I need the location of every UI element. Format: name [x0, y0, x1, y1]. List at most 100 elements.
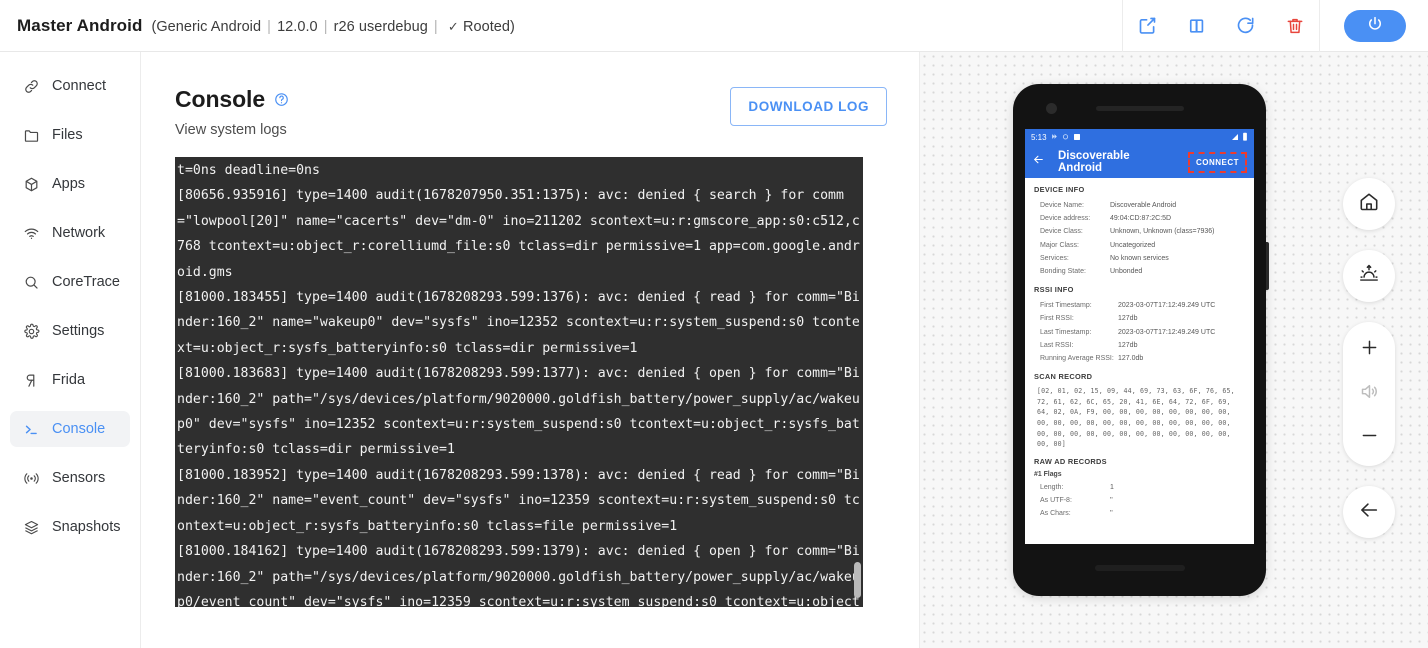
sidebar-label: CoreTrace: [52, 274, 120, 290]
volume-button-nub: [1266, 242, 1269, 290]
raw-ad-record-title: #1 Flags: [1034, 470, 1062, 478]
home-button[interactable]: [1343, 178, 1395, 230]
status-time: 5:13: [1031, 133, 1047, 142]
power-button[interactable]: [1344, 9, 1406, 42]
speaker-icon: [1359, 381, 1380, 407]
console-card: Console View system logs DOWNLOAD LOG t=…: [141, 52, 919, 632]
row-value: Discoverable Android: [1110, 202, 1177, 209]
row-key: First RSSI:: [1040, 315, 1074, 323]
corellium-device-console-page: Master Android (Generic Android | 12.0.0…: [0, 0, 1428, 648]
scan-record-bytes: [02, 01, 02, 15, 09, 44, 69, 73, 63, 6F,…: [1037, 387, 1235, 449]
sidebar-item-coretrace[interactable]: CoreTrace: [10, 264, 130, 300]
main-content: Console View system logs DOWNLOAD LOG t=…: [141, 52, 920, 648]
device-info-row: Device address: 49:04:CD:87:2C:5D: [1034, 212, 1245, 225]
sidebar-item-settings[interactable]: Settings: [10, 313, 130, 349]
row-value: No known services: [1110, 254, 1169, 262]
volume-down-button[interactable]: [1343, 416, 1395, 460]
console-scrollbar-thumb[interactable]: [854, 562, 861, 598]
row-key: Device Name:: [1040, 202, 1084, 209]
row-key: As Chars:: [1040, 510, 1071, 518]
page-title: Master Android: [17, 15, 143, 35]
top-bar: Master Android (Generic Android | 12.0.0…: [0, 0, 1428, 52]
pause-button[interactable]: [1172, 0, 1221, 52]
sidebar-label: Apps: [52, 176, 86, 192]
row-key: Running Average RSSI:: [1040, 355, 1114, 363]
device-info-row: Bonding State: Unbonded: [1034, 265, 1245, 278]
rssi-info-row: Last RSSI: 127db: [1034, 339, 1245, 352]
battery-icon: [1242, 132, 1248, 143]
row-key: Length:: [1040, 483, 1064, 491]
reload-button[interactable]: [1221, 0, 1270, 52]
minus-icon: [1359, 425, 1380, 451]
rssi-info-row: Running Average RSSI: 127.0db: [1034, 352, 1245, 365]
reload-icon: [1235, 15, 1256, 36]
device-meta-model: Generic Android: [156, 18, 262, 35]
sidebar-item-sensors[interactable]: Sensors: [10, 460, 130, 496]
device-meta: (Generic Android | 12.0.0 | r26 userdebu…: [151, 18, 515, 35]
debug-icon: [1051, 133, 1058, 142]
cube-icon: [22, 175, 40, 193]
connect-button[interactable]: CONNECT: [1187, 151, 1247, 173]
sidebar-item-files[interactable]: Files: [10, 117, 130, 153]
device-meta-version: 12.0.0: [277, 18, 318, 35]
row-key: Last Timestamp:: [1040, 328, 1092, 336]
frida-icon: [22, 371, 40, 389]
raw-ad-row: As Chars: '': [1034, 507, 1245, 520]
sidebar-item-frida[interactable]: Frida: [10, 362, 130, 398]
row-key: Device address:: [1040, 215, 1091, 223]
row-value: 127db: [1118, 315, 1138, 323]
back-button[interactable]: [1343, 486, 1395, 538]
row-value: Uncategorized: [1110, 241, 1156, 249]
trash-icon: [1285, 16, 1305, 36]
terminal-icon: [22, 420, 40, 438]
volume-up-button[interactable]: [1343, 328, 1395, 372]
power-icon: [1366, 15, 1384, 36]
help-circle-icon[interactable]: [274, 92, 289, 107]
external-link-icon: [1137, 15, 1158, 36]
device-info-row: Device Name: Discoverable Android: [1034, 199, 1245, 212]
row-key: Major Class:: [1040, 241, 1079, 249]
sidebar-item-console[interactable]: Console: [10, 411, 130, 447]
row-key: Device Class:: [1040, 228, 1083, 236]
device-meta-build: r26 userdebug: [333, 18, 428, 35]
device-info-row: Services: No known services: [1034, 252, 1245, 265]
rssi-info-row: First RSSI: 127db: [1034, 312, 1245, 325]
console-output-panel[interactable]: t=0ns deadline=0ns [80656.935916] type=1…: [175, 157, 863, 607]
console-header: Console View system logs DOWNLOAD LOG: [175, 84, 887, 138]
sidebar: Connect Files Apps Network CoreTrace Set…: [0, 52, 141, 648]
sidebar-item-network[interactable]: Network: [10, 215, 130, 251]
row-key: Last RSSI:: [1040, 341, 1074, 349]
android-status-bar: 5:13: [1025, 129, 1254, 146]
back-arrow-icon[interactable]: [1032, 153, 1045, 171]
sidebar-label: Files: [52, 127, 83, 143]
download-log-button[interactable]: DOWNLOAD LOG: [730, 87, 887, 126]
search-icon: [22, 273, 40, 291]
front-camera: [1046, 103, 1057, 114]
device-preview-pane: 5:13 Discoverable Android CONNECT DEVICE…: [920, 52, 1428, 648]
sidebar-label: Sensors: [52, 470, 106, 486]
volume-control-group: [1343, 322, 1395, 466]
console-log-text: t=0ns deadline=0ns [80656.935916] type=1…: [177, 163, 860, 607]
brightness-button[interactable]: [1343, 250, 1395, 302]
back-arrow-icon: [1358, 499, 1380, 526]
sidebar-item-snapshots[interactable]: Snapshots: [10, 509, 130, 545]
app-bar: Discoverable Android CONNECT: [1025, 146, 1254, 178]
signal-icon: [1231, 133, 1239, 143]
row-value: 2023-03-07T17:12:49.249 UTC: [1118, 302, 1216, 310]
console-title-row: Console: [175, 86, 289, 113]
sidebar-item-apps[interactable]: Apps: [10, 166, 130, 202]
open-external-button[interactable]: [1123, 0, 1172, 52]
check-icon: ✓: [447, 18, 459, 34]
console-title: Console: [175, 86, 266, 112]
layers-icon: [22, 518, 40, 536]
console-subtitle: View system logs: [175, 122, 287, 138]
sidebar-item-connect[interactable]: Connect: [10, 68, 130, 104]
raw-ad-records-heading: RAW AD RECORDS: [1034, 456, 1107, 466]
row-key: First Timestamp:: [1040, 302, 1092, 310]
row-value: 127db: [1118, 341, 1138, 349]
phone-screen[interactable]: 5:13 Discoverable Android CONNECT DEVICE…: [1025, 129, 1254, 544]
volume-indicator[interactable]: [1343, 372, 1395, 416]
delete-button[interactable]: [1270, 0, 1319, 52]
console-heading-block: Console View system logs: [175, 84, 289, 138]
